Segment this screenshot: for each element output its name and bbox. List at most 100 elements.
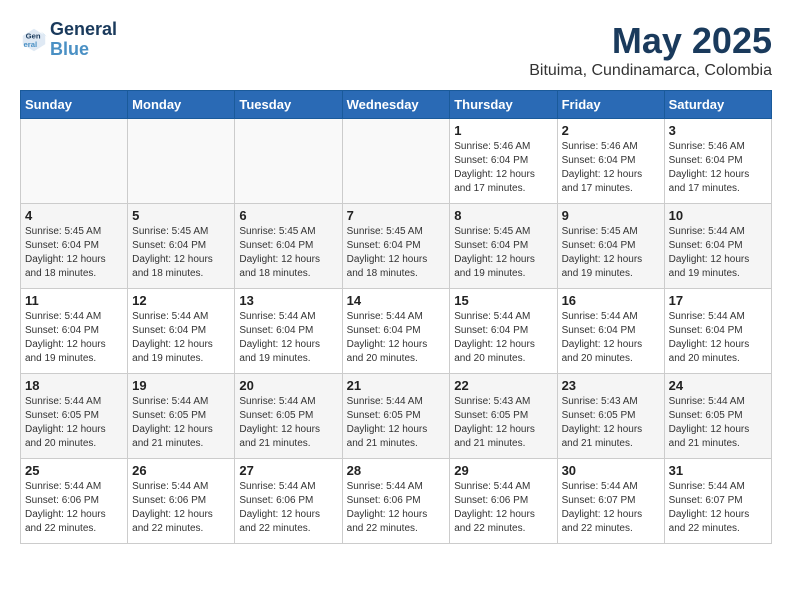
day-info: Sunrise: 5:44 AM Sunset: 6:05 PM Dayligh…: [239, 395, 337, 451]
day-info: Sunrise: 5:44 AM Sunset: 6:06 PM Dayligh…: [454, 480, 552, 536]
day-number: 23: [562, 378, 660, 393]
day-info: Sunrise: 5:44 AM Sunset: 6:04 PM Dayligh…: [25, 310, 123, 366]
day-info: Sunrise: 5:44 AM Sunset: 6:04 PM Dayligh…: [132, 310, 230, 366]
day-number: 4: [25, 208, 123, 223]
table-row: [342, 119, 450, 204]
calendar-week-5: 25 Sunrise: 5:44 AM Sunset: 6:06 PM Dayli…: [21, 459, 772, 544]
location-subtitle: Bituima, Cundinamarca, Colombia: [529, 62, 772, 80]
day-info: Sunrise: 5:44 AM Sunset: 6:07 PM Dayligh…: [562, 480, 660, 536]
table-row: 2Sunrise: 5:46 AM Sunset: 6:04 PM Daylig…: [557, 119, 664, 204]
table-row: 10 Sunrise: 5:44 AM Sunset: 6:04 PM Dayli…: [664, 204, 771, 289]
day-number: 27: [239, 463, 337, 478]
col-saturday: Saturday: [664, 91, 771, 119]
table-row: 1 Sunrise: 5:46 AM Sunset: 6:04 PM Daylig…: [450, 119, 557, 204]
col-monday: Monday: [128, 91, 235, 119]
table-row: 17 Sunrise: 5:44 AM Sunset: 6:04 PM Dayli…: [664, 289, 771, 374]
table-row: [235, 119, 342, 204]
day-number: 13: [239, 293, 337, 308]
table-row: 22 Sunrise: 5:43 AM Sunset: 6:05 PM Dayli…: [450, 374, 557, 459]
table-row: 23 Sunrise: 5:43 AM Sunset: 6:05 PM Dayli…: [557, 374, 664, 459]
day-info: Sunrise: 5:46 AM Sunset: 6:04 PM Dayligh…: [562, 140, 660, 196]
day-number: 20: [239, 378, 337, 393]
table-row: 21Sunrise: 5:44 AM Sunset: 6:05 PM Dayli…: [342, 374, 450, 459]
calendar-table: Sunday Monday Tuesday Wednesday Thursday…: [20, 90, 772, 544]
day-info: Sunrise: 5:45 AM Sunset: 6:04 PM Dayligh…: [132, 225, 230, 281]
day-number: 9: [562, 208, 660, 223]
day-info: Sunrise: 5:44 AM Sunset: 6:04 PM Dayligh…: [669, 310, 767, 366]
table-row: 25 Sunrise: 5:44 AM Sunset: 6:06 PM Dayli…: [21, 459, 128, 544]
day-info: Sunrise: 5:45 AM Sunset: 6:04 PM Dayligh…: [239, 225, 337, 281]
calendar-week-4: 18Sunrise: 5:44 AM Sunset: 6:05 PM Dayli…: [21, 374, 772, 459]
calendar-week-2: 4 Sunrise: 5:45 AM Sunset: 6:04 PM Daylig…: [21, 204, 772, 289]
day-number: 10: [669, 208, 767, 223]
table-row: 12 Sunrise: 5:44 AM Sunset: 6:04 PM Dayli…: [128, 289, 235, 374]
col-sunday: Sunday: [21, 91, 128, 119]
col-wednesday: Wednesday: [342, 91, 450, 119]
day-info: Sunrise: 5:44 AM Sunset: 6:06 PM Dayligh…: [239, 480, 337, 536]
day-info: Sunrise: 5:44 AM Sunset: 6:06 PM Dayligh…: [25, 480, 123, 536]
calendar-header-row: Sunday Monday Tuesday Wednesday Thursday…: [21, 91, 772, 119]
table-row: 30 Sunrise: 5:44 AM Sunset: 6:07 PM Dayli…: [557, 459, 664, 544]
logo-blue: Blue: [50, 39, 89, 59]
day-info: Sunrise: 5:44 AM Sunset: 6:05 PM Dayligh…: [669, 395, 767, 451]
day-info: Sunrise: 5:43 AM Sunset: 6:05 PM Dayligh…: [454, 395, 552, 451]
day-number: 5: [132, 208, 230, 223]
col-friday: Friday: [557, 91, 664, 119]
table-row: 11Sunrise: 5:44 AM Sunset: 6:04 PM Dayli…: [21, 289, 128, 374]
day-number: 25: [25, 463, 123, 478]
month-year-title: May 2025: [529, 20, 772, 62]
day-number: 14: [347, 293, 446, 308]
day-number: 22: [454, 378, 552, 393]
day-info: Sunrise: 5:44 AM Sunset: 6:07 PM Dayligh…: [669, 480, 767, 536]
table-row: 16 Sunrise: 5:44 AM Sunset: 6:04 PM Dayli…: [557, 289, 664, 374]
logo-general: General: [50, 19, 117, 39]
table-row: 24Sunrise: 5:44 AM Sunset: 6:05 PM Dayli…: [664, 374, 771, 459]
svg-text:Gen: Gen: [26, 31, 41, 40]
table-row: 29Sunrise: 5:44 AM Sunset: 6:06 PM Dayli…: [450, 459, 557, 544]
day-info: Sunrise: 5:44 AM Sunset: 6:04 PM Dayligh…: [669, 225, 767, 281]
day-info: Sunrise: 5:45 AM Sunset: 6:04 PM Dayligh…: [454, 225, 552, 281]
table-row: 14 Sunrise: 5:44 AM Sunset: 6:04 PM Dayli…: [342, 289, 450, 374]
day-info: Sunrise: 5:45 AM Sunset: 6:04 PM Dayligh…: [562, 225, 660, 281]
day-info: Sunrise: 5:44 AM Sunset: 6:06 PM Dayligh…: [132, 480, 230, 536]
day-info: Sunrise: 5:44 AM Sunset: 6:05 PM Dayligh…: [25, 395, 123, 451]
page-header: Gen eral General Blue May 2025 Bituima, …: [20, 20, 772, 80]
table-row: 7Sunrise: 5:45 AM Sunset: 6:04 PM Daylig…: [342, 204, 450, 289]
day-number: 19: [132, 378, 230, 393]
day-number: 17: [669, 293, 767, 308]
table-row: 6 Sunrise: 5:45 AM Sunset: 6:04 PM Daylig…: [235, 204, 342, 289]
title-block: May 2025 Bituima, Cundinamarca, Colombia: [529, 20, 772, 80]
table-row: 15Sunrise: 5:44 AM Sunset: 6:04 PM Dayli…: [450, 289, 557, 374]
day-info: Sunrise: 5:43 AM Sunset: 6:05 PM Dayligh…: [562, 395, 660, 451]
day-info: Sunrise: 5:45 AM Sunset: 6:04 PM Dayligh…: [25, 225, 123, 281]
table-row: 8 Sunrise: 5:45 AM Sunset: 6:04 PM Daylig…: [450, 204, 557, 289]
day-number: 12: [132, 293, 230, 308]
col-thursday: Thursday: [450, 91, 557, 119]
day-info: Sunrise: 5:44 AM Sunset: 6:06 PM Dayligh…: [347, 480, 446, 536]
day-info: Sunrise: 5:44 AM Sunset: 6:04 PM Dayligh…: [562, 310, 660, 366]
day-info: Sunrise: 5:46 AM Sunset: 6:04 PM Dayligh…: [454, 140, 552, 196]
day-number: 6: [239, 208, 337, 223]
table-row: 13Sunrise: 5:44 AM Sunset: 6:04 PM Dayli…: [235, 289, 342, 374]
day-info: Sunrise: 5:44 AM Sunset: 6:04 PM Dayligh…: [347, 310, 446, 366]
day-number: 21: [347, 378, 446, 393]
table-row: 3Sunrise: 5:46 AM Sunset: 6:04 PM Daylig…: [664, 119, 771, 204]
calendar-week-1: 1 Sunrise: 5:46 AM Sunset: 6:04 PM Daylig…: [21, 119, 772, 204]
day-number: 30: [562, 463, 660, 478]
day-number: 28: [347, 463, 446, 478]
col-tuesday: Tuesday: [235, 91, 342, 119]
day-number: 26: [132, 463, 230, 478]
day-number: 8: [454, 208, 552, 223]
table-row: 19 Sunrise: 5:44 AM Sunset: 6:05 PM Dayli…: [128, 374, 235, 459]
day-number: 16: [562, 293, 660, 308]
day-info: Sunrise: 5:46 AM Sunset: 6:04 PM Dayligh…: [669, 140, 767, 196]
table-row: 20 Sunrise: 5:44 AM Sunset: 6:05 PM Dayli…: [235, 374, 342, 459]
table-row: 9 Sunrise: 5:45 AM Sunset: 6:04 PM Daylig…: [557, 204, 664, 289]
svg-text:eral: eral: [24, 40, 38, 49]
table-row: 4 Sunrise: 5:45 AM Sunset: 6:04 PM Daylig…: [21, 204, 128, 289]
day-number: 1: [454, 123, 552, 138]
day-info: Sunrise: 5:44 AM Sunset: 6:05 PM Dayligh…: [132, 395, 230, 451]
calendar-week-3: 11Sunrise: 5:44 AM Sunset: 6:04 PM Dayli…: [21, 289, 772, 374]
day-number: 15: [454, 293, 552, 308]
table-row: 18Sunrise: 5:44 AM Sunset: 6:05 PM Dayli…: [21, 374, 128, 459]
